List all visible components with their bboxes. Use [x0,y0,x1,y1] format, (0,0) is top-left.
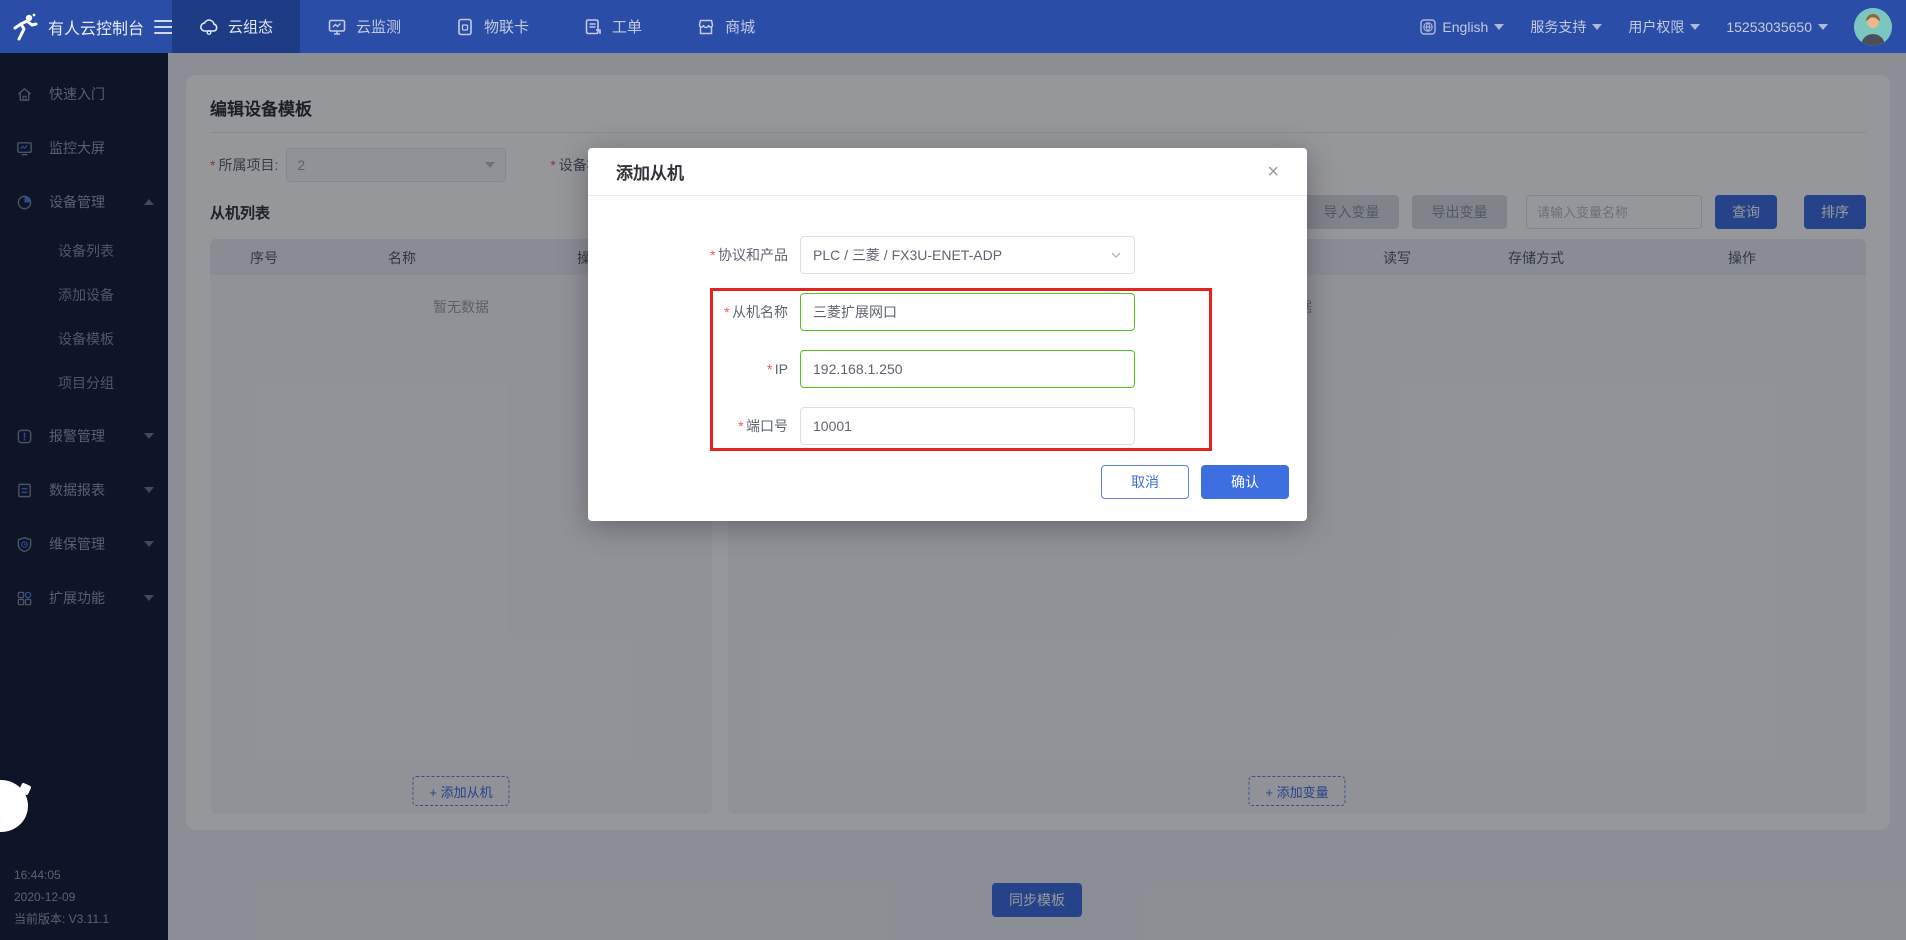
account-dropdown[interactable]: 15253035650 [1726,19,1828,35]
tab-iot-sim[interactable]: 物联卡 [428,0,556,53]
required-marker: * [738,418,743,434]
chevron-down-icon [1494,24,1504,30]
language-label: English [1442,19,1488,35]
chevron-down-icon [1110,249,1122,261]
ip-row: *IP [588,350,1307,388]
close-icon[interactable]: × [1267,162,1279,182]
cloud-scada-icon [199,17,219,37]
avatar-person-icon [1854,8,1892,46]
port-input[interactable] [800,407,1135,445]
service-support-label: 服务支持 [1530,17,1586,37]
cancel-button[interactable]: 取消 [1101,465,1189,499]
modal-footer: 取消 确认 [588,465,1307,499]
slave-name-row: *从机名称 [588,293,1307,331]
globe-icon [1420,19,1436,35]
tab-label: 云组态 [228,16,273,37]
chevron-down-icon [1592,24,1602,30]
ip-input[interactable] [800,350,1135,388]
tab-label: 商城 [725,16,755,37]
modal-header: 添加从机 × [588,148,1307,196]
tab-cloud-scada[interactable]: 云组态 [172,0,300,53]
header-right: English 服务支持 用户权限 15253035650 [1420,0,1906,53]
required-marker: * [724,304,729,320]
modal-body: *协议和产品 PLC / 三菱 / FX3U-ENET-ADP *从机名称 *I… [588,196,1307,445]
brand-title: 有人云控制台 [48,15,144,39]
language-dropdown[interactable]: English [1420,19,1504,35]
usr-logo-icon [10,12,40,42]
tab-work-order[interactable]: 工单 [556,0,669,53]
top-header: 有人云控制台 云组态 云监测 物联卡 [0,0,1906,53]
tab-label: 物联卡 [484,16,529,37]
tab-store[interactable]: 商城 [669,0,782,53]
protocol-select[interactable]: PLC / 三菱 / FX3U-ENET-ADP [800,236,1135,274]
brand: 有人云控制台 [0,0,172,53]
ip-label: *IP [588,361,788,377]
store-icon [696,17,716,37]
tab-cloud-monitor[interactable]: 云监测 [300,0,428,53]
modal-title: 添加从机 [616,159,684,184]
work-order-icon [583,17,603,37]
port-label: *端口号 [588,416,788,436]
slave-name-label: *从机名称 [588,302,788,322]
tab-label: 云监测 [356,16,401,37]
chevron-down-icon [1690,24,1700,30]
confirm-button[interactable]: 确认 [1201,465,1289,499]
iot-sim-icon [455,17,475,37]
account-label: 15253035650 [1726,19,1812,35]
service-support-dropdown[interactable]: 服务支持 [1530,17,1602,37]
required-marker: * [766,361,771,377]
top-nav: 云组态 云监测 物联卡 工单 [172,0,782,53]
protocol-select-value: PLC / 三菱 / FX3U-ENET-ADP [813,245,1002,265]
user-permission-dropdown[interactable]: 用户权限 [1628,17,1700,37]
chevron-down-icon [1818,24,1828,30]
cloud-monitor-icon [327,17,347,37]
user-permission-label: 用户权限 [1628,17,1684,37]
protocol-row: *协议和产品 PLC / 三菱 / FX3U-ENET-ADP [588,236,1307,274]
tab-label: 工单 [612,16,642,37]
slave-name-input[interactable] [800,293,1135,331]
required-marker: * [710,247,715,263]
add-slave-modal: 添加从机 × *协议和产品 PLC / 三菱 / FX3U-ENET-ADP *… [588,148,1307,521]
avatar[interactable] [1854,8,1892,46]
port-row: *端口号 [588,407,1307,445]
protocol-label: *协议和产品 [588,245,788,265]
